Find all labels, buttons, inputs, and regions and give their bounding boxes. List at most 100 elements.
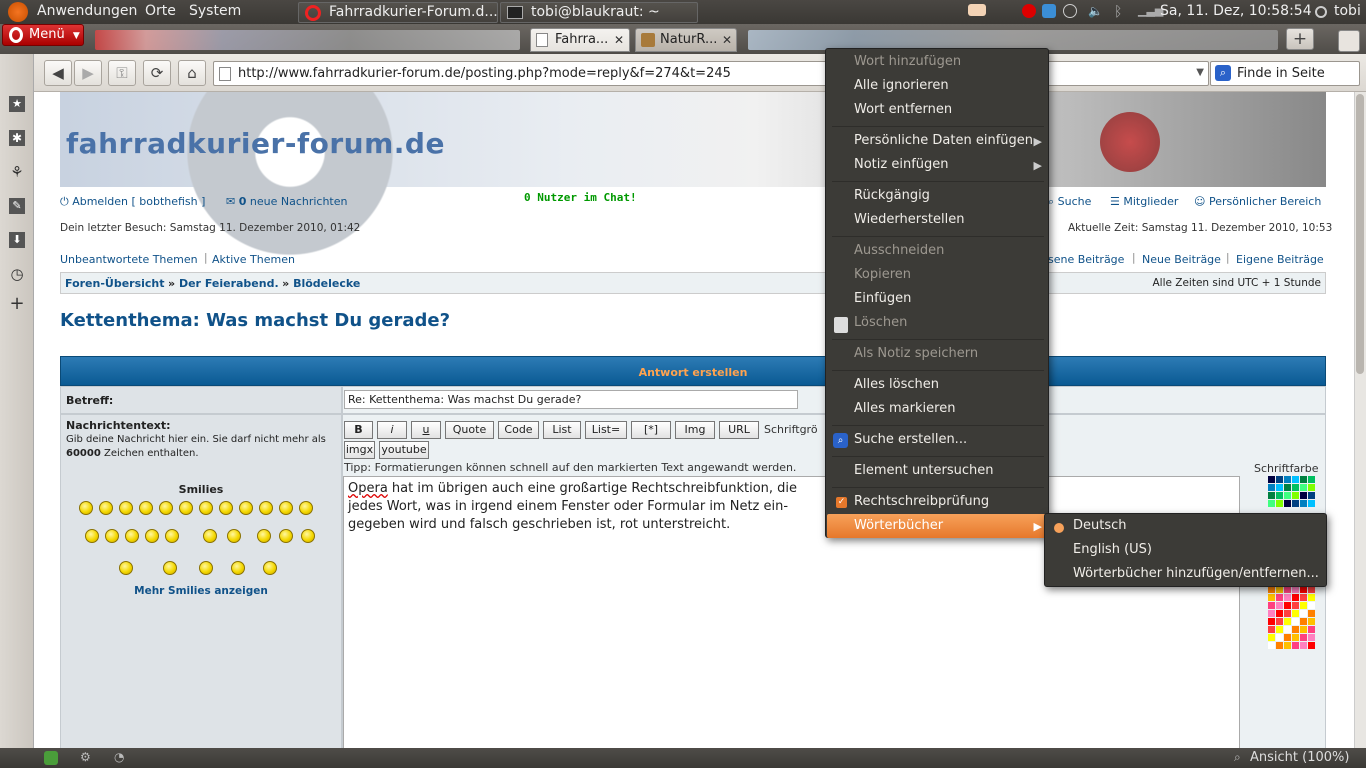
logout-link[interactable]: ⏻ Abmelden [ bobthefish ] bbox=[60, 195, 205, 209]
reload-button[interactable]: ⟳ bbox=[143, 60, 171, 86]
color-swatch[interactable] bbox=[1268, 610, 1275, 617]
color-swatch[interactable] bbox=[1300, 602, 1307, 609]
color-swatch[interactable] bbox=[1284, 634, 1291, 641]
smiley-icon[interactable] bbox=[199, 561, 213, 575]
power-icon[interactable] bbox=[1315, 6, 1327, 18]
alert-icon[interactable] bbox=[1063, 4, 1077, 18]
color-swatch[interactable] bbox=[1268, 594, 1275, 601]
tab-thumbnails[interactable] bbox=[95, 30, 520, 50]
zoom-level[interactable]: Ansicht (100%) bbox=[1250, 750, 1349, 765]
bbcode-img-button[interactable]: Img bbox=[675, 421, 715, 439]
color-swatch[interactable] bbox=[1300, 484, 1307, 491]
chat-status[interactable]: 0 Nutzer im Chat! bbox=[524, 191, 637, 204]
bbcode-bold-button[interactable]: B bbox=[344, 421, 373, 439]
smiley-icon[interactable] bbox=[119, 501, 133, 515]
smiley-icon[interactable] bbox=[203, 529, 217, 543]
color-swatch[interactable] bbox=[1308, 618, 1315, 625]
color-swatch[interactable] bbox=[1276, 500, 1283, 507]
color-swatch[interactable] bbox=[1308, 610, 1315, 617]
bbcode-listitem-button[interactable]: [*] bbox=[631, 421, 671, 439]
unite-icon[interactable]: ⚘ bbox=[9, 164, 25, 180]
color-swatch[interactable] bbox=[1276, 484, 1283, 491]
color-swatch[interactable] bbox=[1308, 476, 1315, 483]
color-swatch[interactable] bbox=[1276, 610, 1283, 617]
color-swatch[interactable] bbox=[1276, 594, 1283, 601]
smiley-icon[interactable] bbox=[259, 501, 273, 515]
site-logo[interactable]: fahrradkurier-forum.de bbox=[66, 127, 445, 160]
smiley-icon[interactable] bbox=[105, 529, 119, 543]
messages-link[interactable]: ✉ 0 neue Nachrichten bbox=[226, 195, 348, 208]
color-swatch[interactable] bbox=[1300, 586, 1307, 593]
smiley-icon[interactable] bbox=[301, 529, 315, 543]
color-swatch[interactable] bbox=[1268, 484, 1275, 491]
misspelled-word[interactable]: Opera bbox=[348, 481, 388, 496]
bbcode-underline-button[interactable]: u bbox=[411, 421, 441, 439]
menu-create-search[interactable]: Suche erstellen... bbox=[854, 432, 967, 447]
taskbar-terminal[interactable]: tobi@blaukraut: ~ bbox=[500, 2, 698, 23]
bookmarks-icon[interactable]: ★ bbox=[9, 96, 25, 112]
color-swatch[interactable] bbox=[1268, 476, 1275, 483]
smiley-icon[interactable] bbox=[79, 501, 93, 515]
menu-spellcheck[interactable]: Rechtschreibprüfung bbox=[854, 494, 989, 509]
bbcode-italic-button[interactable]: i bbox=[377, 421, 407, 439]
turbo-icon[interactable]: ⚙ bbox=[80, 750, 91, 764]
bbcode-code-button[interactable]: Code bbox=[498, 421, 539, 439]
dict-english[interactable]: English (US) bbox=[1073, 542, 1152, 557]
color-swatch[interactable] bbox=[1292, 594, 1299, 601]
wand-button[interactable]: ⚿ bbox=[108, 60, 136, 86]
smiley-icon[interactable] bbox=[299, 501, 313, 515]
bbcode-url-button[interactable]: URL bbox=[719, 421, 759, 439]
color-swatch[interactable] bbox=[1300, 500, 1307, 507]
menu-redo[interactable]: Wiederherstellen bbox=[854, 212, 964, 227]
color-swatch[interactable] bbox=[1308, 642, 1315, 649]
smiley-icon[interactable] bbox=[159, 501, 173, 515]
color-swatch[interactable] bbox=[1268, 500, 1275, 507]
color-swatch[interactable] bbox=[1292, 484, 1299, 491]
color-swatch[interactable] bbox=[1284, 626, 1291, 633]
menu-cut[interactable]: Ausschneiden bbox=[854, 243, 944, 258]
menu-delete[interactable]: Löschen bbox=[854, 315, 907, 330]
url-field[interactable]: http://www.fahrradkurier-forum.de/postin… bbox=[213, 61, 1209, 86]
smiley-icon[interactable] bbox=[257, 529, 271, 543]
color-swatch[interactable] bbox=[1268, 602, 1275, 609]
menu-remove-word[interactable]: Wort entfernen bbox=[854, 102, 952, 117]
smiley-icon[interactable] bbox=[219, 501, 233, 515]
color-swatch[interactable] bbox=[1308, 602, 1315, 609]
find-in-page-field[interactable]: ⌕ Finde in Seite bbox=[1210, 61, 1360, 86]
color-swatch[interactable] bbox=[1276, 642, 1283, 649]
bbcode-list-button[interactable]: List bbox=[543, 421, 581, 439]
smiley-icon[interactable] bbox=[227, 529, 241, 543]
color-swatch[interactable] bbox=[1284, 492, 1291, 499]
add-panel-icon[interactable]: + bbox=[9, 295, 25, 313]
color-swatch[interactable] bbox=[1268, 626, 1275, 633]
menu-select-all[interactable]: Alles markieren bbox=[854, 401, 955, 416]
smiley-icon[interactable] bbox=[239, 501, 253, 515]
color-swatch[interactable] bbox=[1284, 594, 1291, 601]
bbcode-quote-button[interactable]: Quote bbox=[445, 421, 494, 439]
color-swatch[interactable] bbox=[1284, 476, 1291, 483]
color-swatch[interactable] bbox=[1268, 618, 1275, 625]
color-swatch[interactable] bbox=[1292, 618, 1299, 625]
scrollbar-thumb[interactable] bbox=[1356, 94, 1364, 374]
color-swatch[interactable] bbox=[1308, 500, 1315, 507]
members-link[interactable]: ☰ Mitglieder bbox=[1110, 195, 1178, 208]
home-button[interactable]: ⌂ bbox=[178, 60, 206, 86]
color-swatch[interactable] bbox=[1308, 492, 1315, 499]
color-swatch[interactable] bbox=[1284, 586, 1291, 593]
bread-forum[interactable]: Der Feierabend. bbox=[179, 277, 279, 290]
dict-deutsch[interactable]: Deutsch bbox=[1073, 518, 1127, 533]
color-swatch[interactable] bbox=[1284, 610, 1291, 617]
color-swatch[interactable] bbox=[1284, 484, 1291, 491]
opera-tray-icon[interactable] bbox=[1022, 4, 1036, 18]
notes-icon[interactable]: ✎ bbox=[9, 198, 25, 214]
color-swatch[interactable] bbox=[1300, 642, 1307, 649]
unanswered-link[interactable]: Unbeantwortete Themen bbox=[60, 253, 198, 266]
volume-icon[interactable]: 🔈 bbox=[1088, 4, 1103, 18]
smiley-icon[interactable] bbox=[125, 529, 139, 543]
color-swatch[interactable] bbox=[1308, 586, 1315, 593]
menu-ignore-all[interactable]: Alle ignorieren bbox=[854, 78, 949, 93]
smiley-icon[interactable] bbox=[99, 501, 113, 515]
color-swatch[interactable] bbox=[1276, 476, 1283, 483]
color-swatch[interactable] bbox=[1284, 602, 1291, 609]
color-swatch[interactable] bbox=[1292, 602, 1299, 609]
